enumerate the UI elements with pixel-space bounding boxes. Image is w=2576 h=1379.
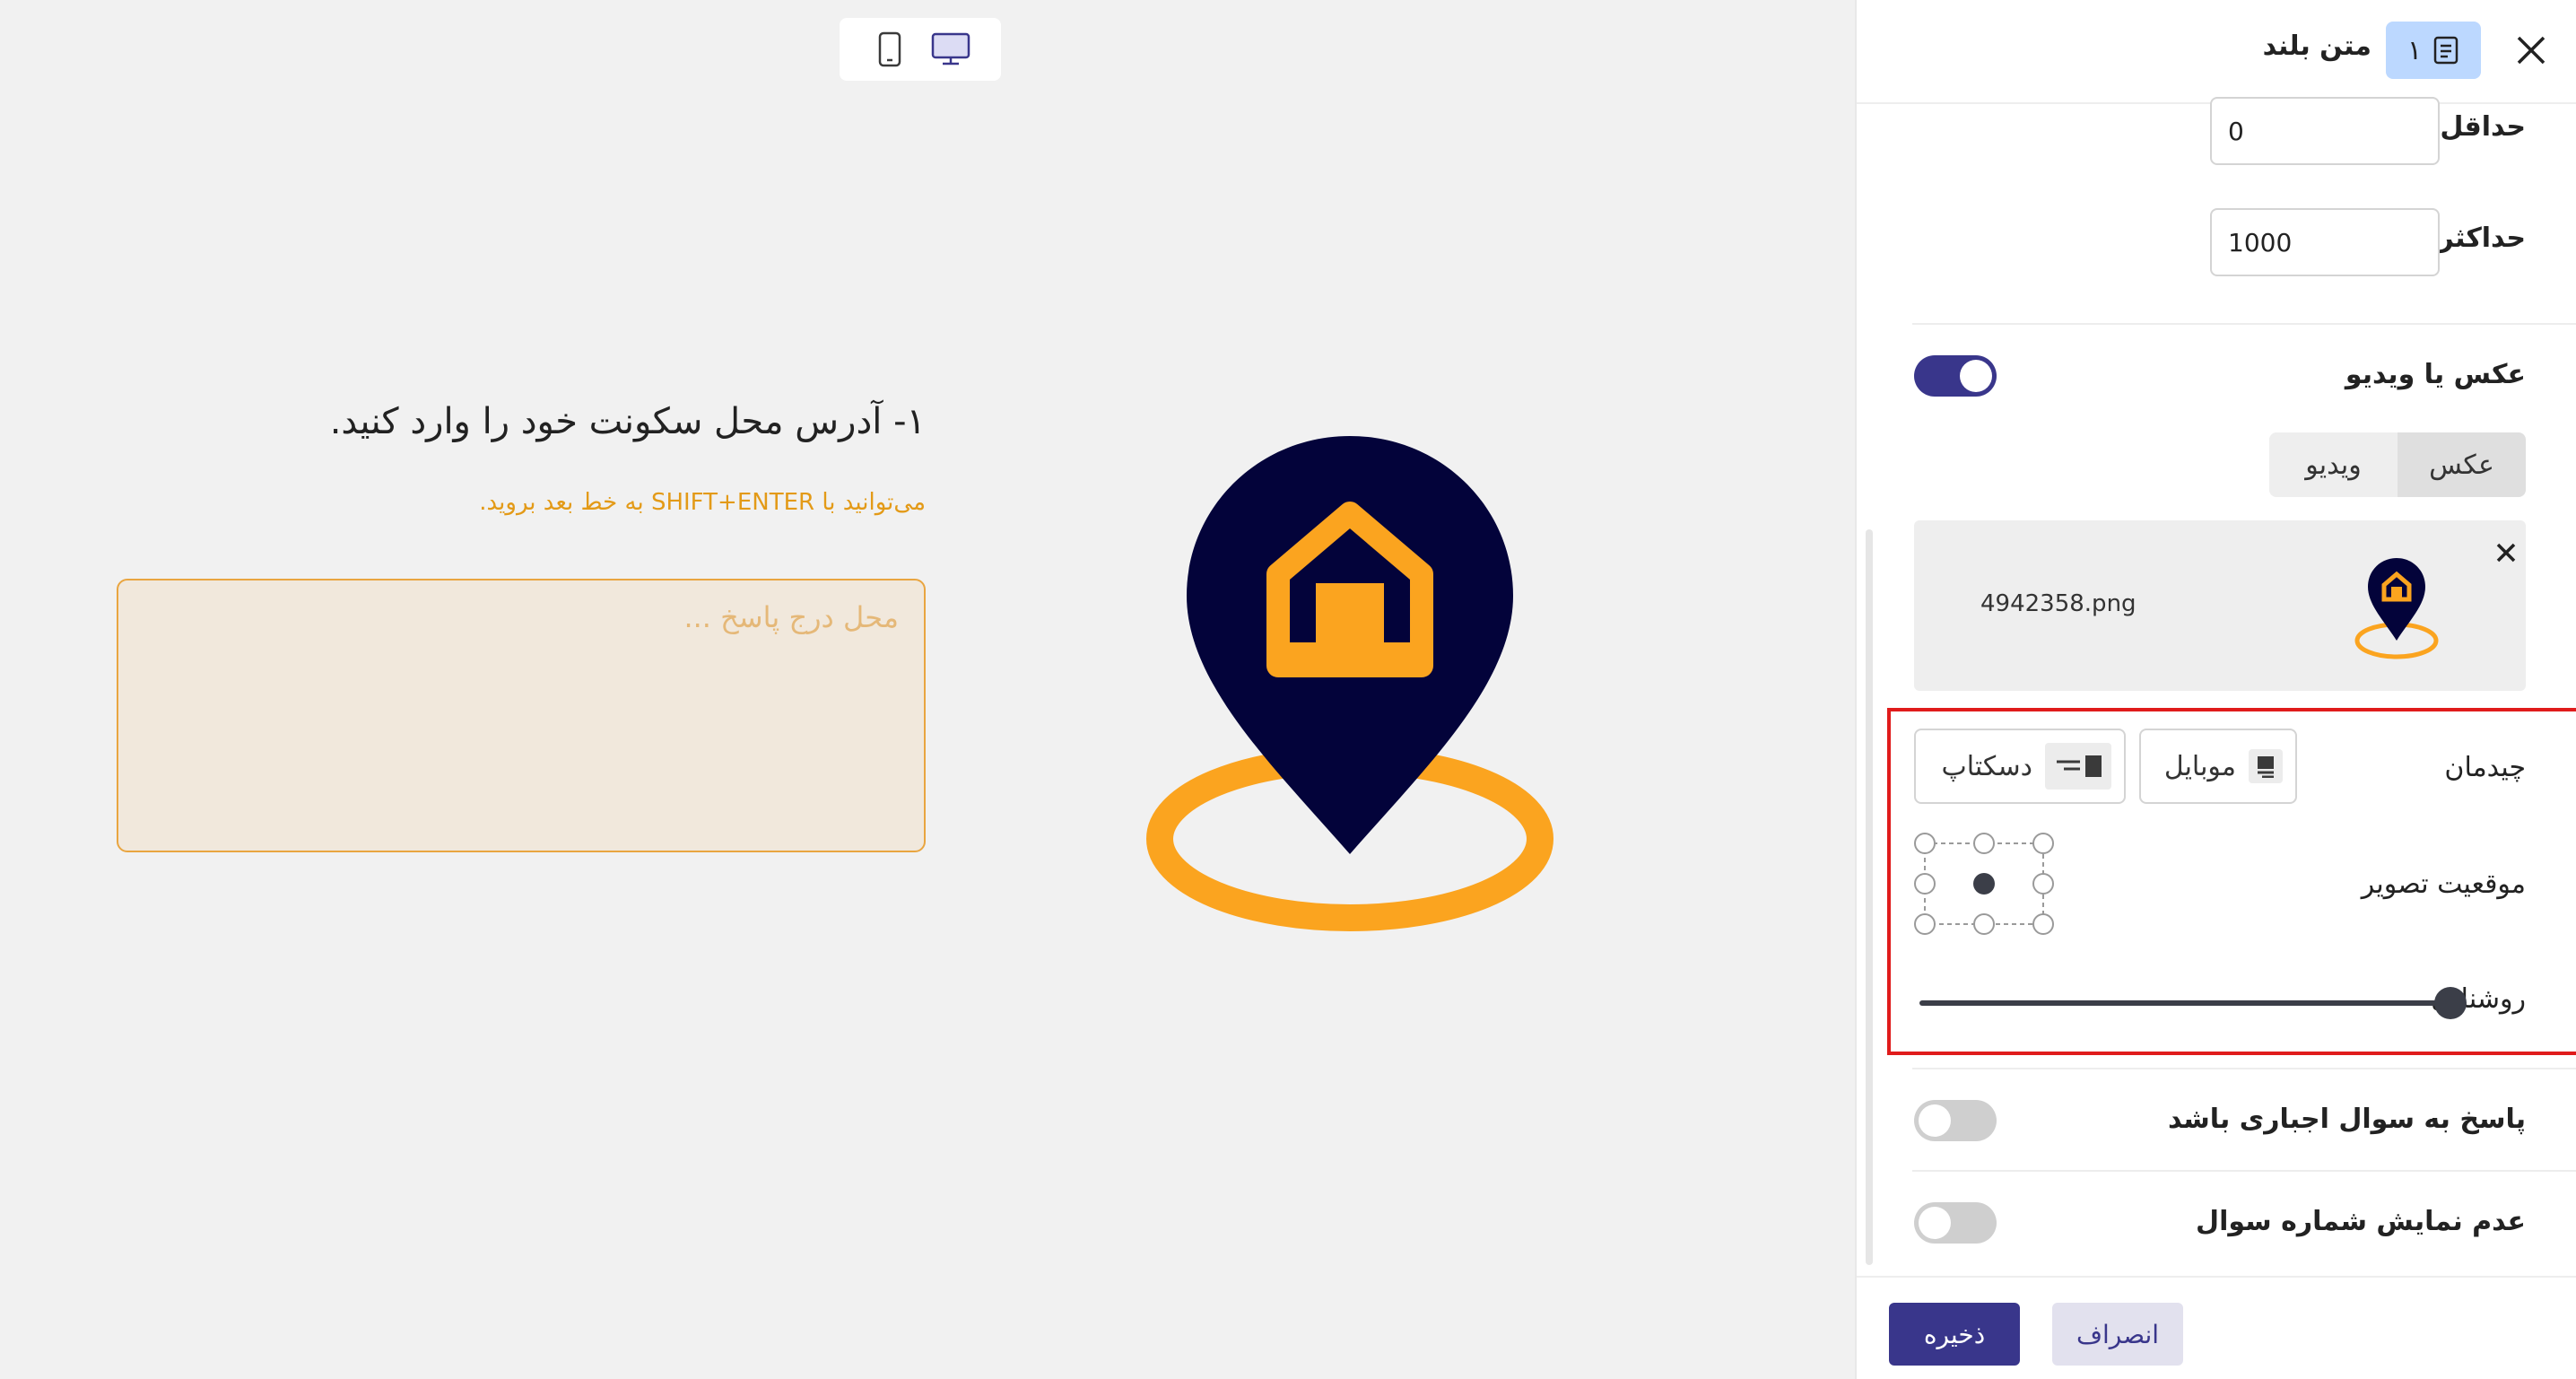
required-label: پاسخ به سوال اجباری باشد [2167, 1104, 2526, 1135]
answer-textarea[interactable]: محل درج پاسخ ... [117, 579, 926, 852]
media-toggle[interactable] [1914, 355, 1997, 397]
panel-title: متن بلند [2262, 31, 2371, 62]
slider-track [1919, 1000, 2450, 1006]
uploaded-file-card: 4942358.png [1914, 520, 2526, 691]
settings-panel: ۱ متن بلند حداقل حداکثر عکس یا ویدیو وید… [1855, 0, 2576, 1379]
panel-footer: ذخیره انصراف [1857, 1276, 2576, 1379]
save-button[interactable]: ذخیره [1889, 1303, 2020, 1366]
mobile-icon [878, 31, 901, 67]
close-icon [2496, 543, 2516, 563]
max-input[interactable] [2210, 208, 2440, 276]
layout-label: چیدمان [2444, 752, 2526, 783]
min-input[interactable] [2210, 97, 2440, 165]
divider [1912, 323, 2576, 325]
panel-scrollbar[interactable] [1866, 529, 1873, 1265]
document-icon [2433, 36, 2459, 65]
hide-number-toggle[interactable] [1914, 1202, 1997, 1244]
question-number: ۱ [2406, 34, 2423, 66]
preview-stage: ۱- آدرس محل سکونت خود را وارد کنید. می‌ت… [0, 0, 1855, 1379]
mobile-preview-button[interactable] [865, 27, 915, 72]
max-label: حداکثر [2438, 223, 2526, 254]
image-position-picker[interactable] [1912, 831, 2056, 937]
media-type-tabs: ویدیو عکس [2269, 432, 2526, 497]
close-panel-button[interactable] [2508, 27, 2554, 74]
tab-photo[interactable]: عکس [2398, 432, 2526, 497]
mobile-layout-icon [2249, 749, 2283, 783]
layout-mobile-button[interactable]: موبایل [2139, 729, 2297, 804]
desktop-icon [931, 32, 970, 65]
layout-desktop-button[interactable]: دسکتاپ [1914, 729, 2126, 804]
location-pin-home-icon [1146, 436, 1553, 931]
question-block: ۱- آدرس محل سکونت خود را وارد کنید. می‌ت… [117, 395, 926, 519]
desktop-preview-button[interactable] [926, 27, 976, 72]
panel-header: ۱ متن بلند [1857, 0, 2576, 104]
required-toggle[interactable] [1914, 1100, 1997, 1141]
tab-video[interactable]: ویدیو [2269, 432, 2398, 497]
media-label: عکس یا ویدیو [2345, 359, 2526, 390]
toggle-knob [1919, 1207, 1951, 1239]
layout-desktop-label: دسکتاپ [1941, 750, 2033, 782]
toggle-knob [1919, 1104, 1951, 1137]
close-icon [2517, 36, 2546, 65]
hide-number-label: عدم نمایش شماره سوال [2196, 1206, 2526, 1237]
image-position-label: موقعیت تصویر [2361, 868, 2526, 900]
desktop-layout-icon [2045, 743, 2111, 790]
brightness-slider[interactable] [1919, 985, 2467, 1021]
question-title: ۱- آدرس محل سکونت خود را وارد کنید. [329, 401, 926, 442]
question-type-badge: ۱ [2386, 22, 2481, 79]
question-hint: می‌توانید با SHIFT+ENTER به خط بعد بروید… [479, 489, 926, 516]
answer-placeholder: محل درج پاسخ ... [683, 600, 899, 634]
file-thumbnail [2354, 558, 2439, 659]
layout-mobile-label: موبایل [2163, 750, 2236, 782]
divider [1912, 1068, 2576, 1069]
file-name: 4942358.png [1980, 590, 2137, 617]
toggle-knob [1960, 360, 1992, 392]
device-switch [840, 18, 1001, 81]
remove-file-button[interactable] [2488, 535, 2524, 571]
min-label: حداقل [2440, 111, 2526, 143]
divider [1912, 1170, 2576, 1172]
cancel-button[interactable]: انصراف [2052, 1303, 2183, 1366]
slider-thumb[interactable] [2434, 987, 2467, 1019]
